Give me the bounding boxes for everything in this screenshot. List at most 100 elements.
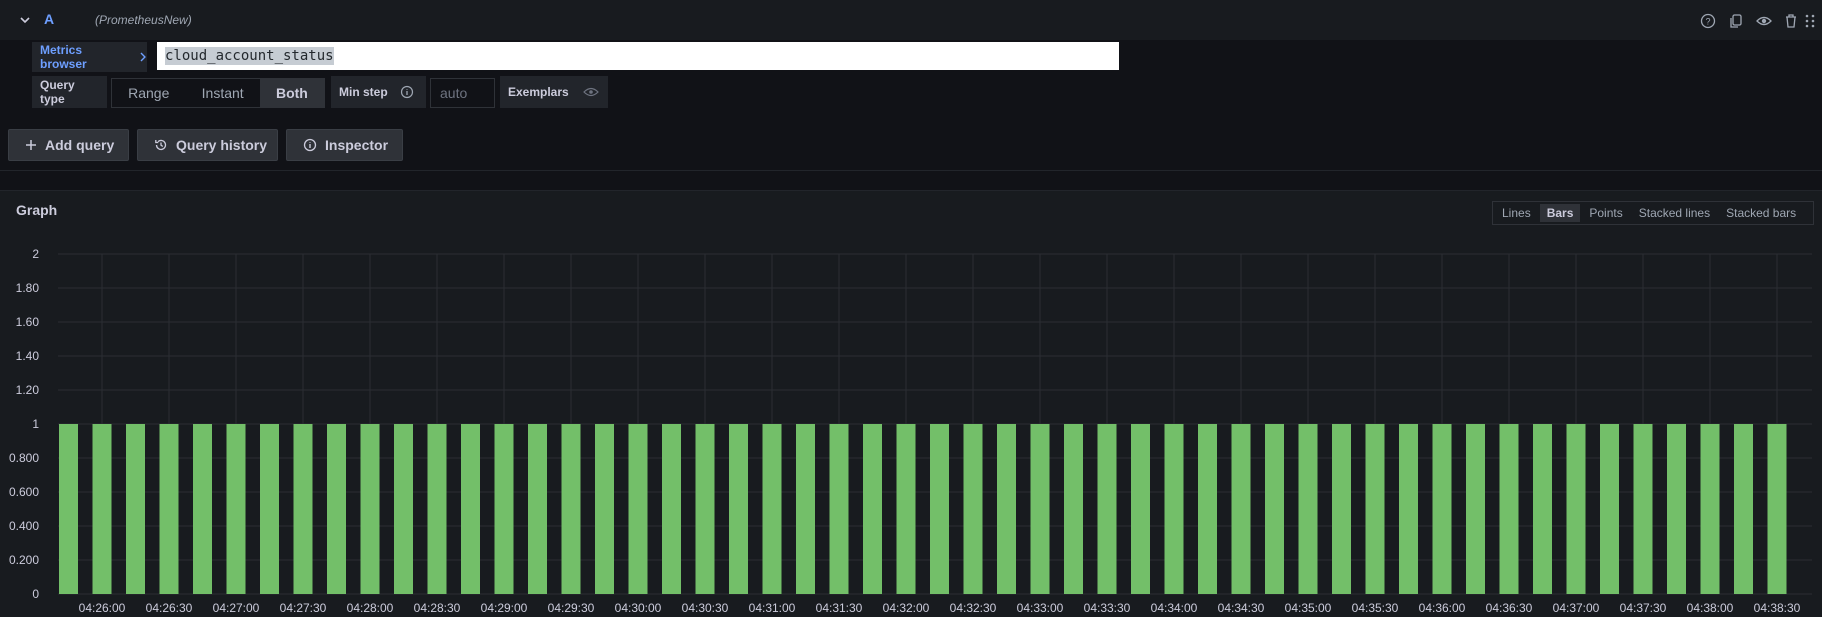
x-tick-label: 04:37:30 [1620, 601, 1667, 615]
bar[interactable] [729, 424, 748, 594]
bar[interactable] [1600, 424, 1619, 594]
x-tick-label: 04:32:00 [883, 601, 930, 615]
query-expression-input[interactable]: cloud_account_status [157, 42, 1119, 70]
bar[interactable] [92, 424, 112, 594]
bar[interactable] [427, 424, 447, 594]
query-row-header [0, 0, 1822, 40]
bar[interactable] [360, 424, 380, 594]
x-tick-label: 04:26:00 [79, 601, 126, 615]
bar[interactable] [260, 424, 279, 594]
bar[interactable] [997, 424, 1016, 594]
x-tick-label: 04:32:30 [950, 601, 997, 615]
bar[interactable] [327, 424, 346, 594]
bar[interactable] [963, 424, 983, 594]
bar[interactable] [126, 424, 145, 594]
y-tick-label: 0.600 [9, 485, 39, 499]
bar[interactable] [1265, 424, 1284, 594]
datasource-name: (PrometheusNew) [95, 13, 192, 27]
y-tick-label: 2 [32, 247, 39, 261]
x-tick-label: 04:35:30 [1352, 601, 1399, 615]
bar[interactable] [1767, 424, 1787, 594]
bar[interactable] [461, 424, 480, 594]
chevron-right-icon [140, 52, 146, 62]
bar[interactable] [226, 424, 246, 594]
viz-option-lines[interactable]: Lines [1495, 204, 1538, 222]
info-icon[interactable] [400, 85, 414, 99]
bar[interactable] [863, 424, 882, 594]
bar[interactable] [1667, 424, 1686, 594]
query-history-label: Query history [176, 137, 268, 153]
y-tick-label: 1 [32, 417, 39, 431]
bar[interactable] [561, 424, 581, 594]
bar[interactable] [1700, 424, 1720, 594]
min-step-placeholder: auto [440, 85, 468, 101]
viz-option-stacked-bars[interactable]: Stacked bars [1719, 204, 1803, 222]
y-tick-label: 0.200 [9, 553, 39, 567]
x-tick-label: 04:26:30 [146, 601, 193, 615]
viz-option-points[interactable]: Points [1582, 204, 1629, 222]
bar[interactable] [1466, 424, 1485, 594]
bar[interactable] [1097, 424, 1117, 594]
section-divider [0, 170, 1822, 171]
exemplars-toggle[interactable]: Exemplars [500, 76, 608, 108]
eye-icon[interactable] [1755, 12, 1773, 30]
help-icon[interactable]: ? [1699, 12, 1717, 30]
bar[interactable] [1633, 424, 1653, 594]
y-axis-ticks: 0 0.200 0.400 0.600 0.800 1 1.20 1.40 1.60 1.80 2 [9, 247, 39, 601]
bar[interactable] [1064, 424, 1083, 594]
bar[interactable] [1365, 424, 1385, 594]
bar[interactable] [1533, 424, 1552, 594]
bar[interactable] [1566, 424, 1586, 594]
bar[interactable] [193, 424, 212, 594]
x-tick-label: 04:31:00 [749, 601, 796, 615]
bar[interactable] [1131, 424, 1150, 594]
bar[interactable] [1164, 424, 1184, 594]
bar[interactable] [394, 424, 413, 594]
bar[interactable] [494, 424, 514, 594]
bar[interactable] [1332, 424, 1351, 594]
viz-option-bars[interactable]: Bars [1539, 204, 1581, 222]
min-step-input[interactable]: auto [430, 78, 495, 108]
bar[interactable] [1399, 424, 1418, 594]
query-expression-text: cloud_account_status [165, 47, 334, 65]
query-type-instant[interactable]: Instant [186, 79, 260, 107]
viz-option-stacked-lines[interactable]: Stacked lines [1632, 204, 1717, 222]
bar[interactable] [1231, 424, 1251, 594]
bar[interactable] [762, 424, 782, 594]
x-tick-label: 04:34:30 [1218, 601, 1265, 615]
drag-handle-icon[interactable] [1802, 12, 1818, 30]
bar[interactable] [1734, 424, 1753, 594]
add-query-label: Add query [45, 137, 115, 153]
trash-icon[interactable] [1782, 12, 1800, 30]
bar[interactable] [1030, 424, 1050, 594]
bar[interactable] [829, 424, 849, 594]
bar[interactable] [1432, 424, 1452, 594]
bar[interactable] [59, 424, 78, 594]
bar[interactable] [930, 424, 949, 594]
bar[interactable] [1499, 424, 1519, 594]
bar[interactable] [662, 424, 681, 594]
bar[interactable] [695, 424, 715, 594]
bar[interactable] [528, 424, 547, 594]
bar[interactable] [293, 424, 313, 594]
inspector-button[interactable]: Inspector [286, 129, 403, 161]
query-history-button[interactable]: Query history [137, 129, 278, 161]
query-type-range[interactable]: Range [112, 79, 186, 107]
y-tick-label: 0.800 [9, 451, 39, 465]
query-ref-id[interactable]: A [44, 11, 54, 27]
bar[interactable] [628, 424, 648, 594]
add-query-button[interactable]: Add query [8, 129, 129, 161]
metrics-browser-button[interactable]: Metrics browser [32, 42, 147, 72]
x-tick-label: 04:36:00 [1419, 601, 1466, 615]
duplicate-query-icon[interactable] [1727, 12, 1745, 30]
bar[interactable] [159, 424, 179, 594]
query-type-both[interactable]: Both [259, 79, 324, 107]
bar[interactable] [1298, 424, 1318, 594]
bar[interactable] [796, 424, 815, 594]
collapse-chevron-icon[interactable] [17, 12, 33, 28]
bar[interactable] [595, 424, 614, 594]
bar[interactable] [896, 424, 916, 594]
bar-chart[interactable]: 00.2000.4000.6000.80011.201.401.601.802 … [0, 240, 1822, 617]
x-tick-label: 04:36:30 [1486, 601, 1533, 615]
bar[interactable] [1198, 424, 1217, 594]
